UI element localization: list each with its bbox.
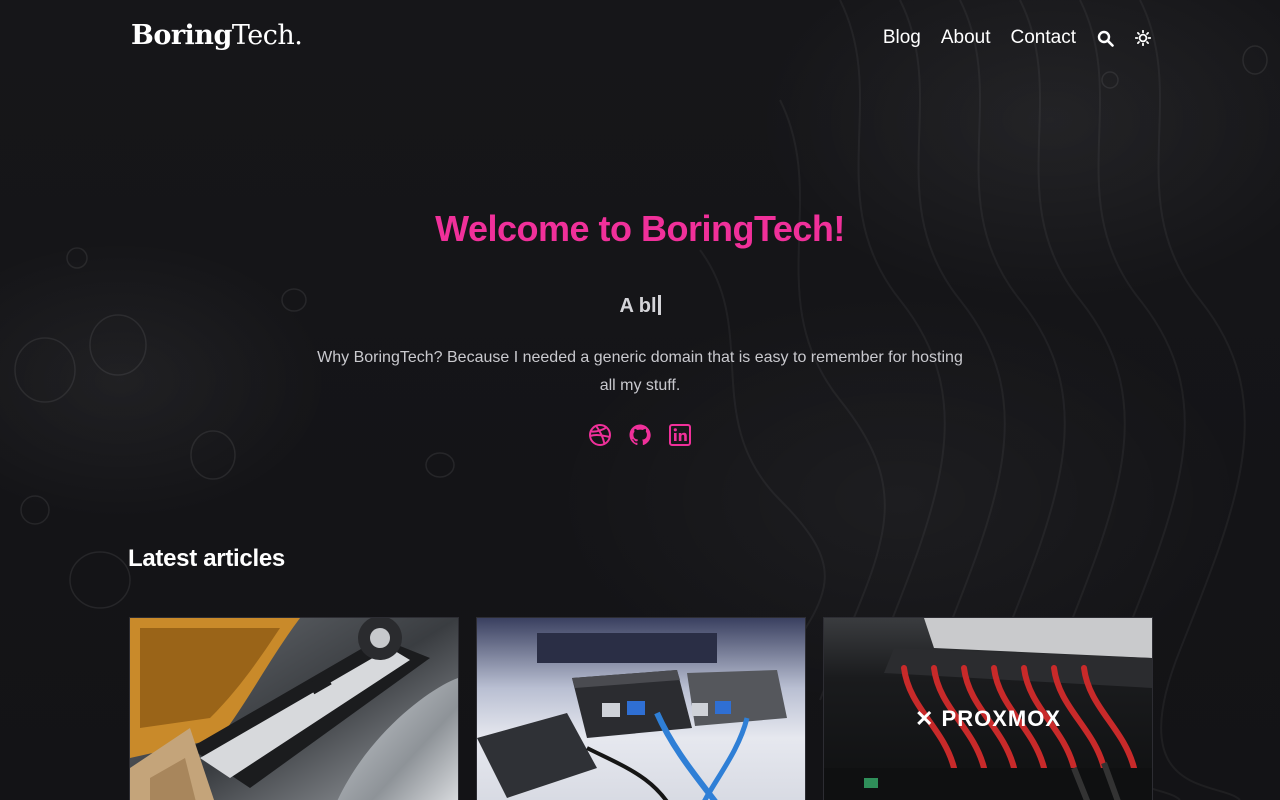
main-nav: Blog About Contact: [883, 27, 1152, 49]
site-header: BoringTech. Blog About Contact: [0, 0, 1280, 80]
logo-bold-text: Boring: [131, 20, 232, 51]
site-logo[interactable]: BoringTech.: [131, 20, 303, 51]
dribbble-icon[interactable]: [588, 423, 612, 447]
page: BoringTech. Blog About Contact Welcome t…: [0, 0, 1280, 800]
hard-drive-photo: [130, 618, 458, 800]
proxmox-x-icon: ✕: [914, 706, 935, 731]
github-icon[interactable]: [628, 423, 652, 447]
social-links: [0, 423, 1280, 447]
typed-text: A bl: [619, 295, 657, 317]
logo-light-text: Tech.: [231, 20, 303, 51]
typed-tagline: A bl: [0, 295, 1280, 318]
theme-toggle-icon[interactable]: [1134, 29, 1152, 47]
raspberry-pi-photo: [477, 618, 805, 800]
article-card-raspberry-pi[interactable]: [476, 617, 806, 800]
linkedin-icon[interactable]: [668, 423, 692, 447]
article-cards: ✕ PROXMOX: [129, 617, 1153, 800]
article-card-proxmox[interactable]: ✕ PROXMOX: [823, 617, 1153, 800]
nav-link-blog[interactable]: Blog: [883, 27, 921, 49]
proxmox-logo-text: ✕ PROXMOX: [914, 706, 1062, 731]
hero-title: Welcome to BoringTech!: [435, 208, 845, 249]
search-icon[interactable]: [1096, 29, 1114, 47]
latest-articles-heading: Latest articles: [128, 545, 285, 572]
article-card-hard-drive[interactable]: [129, 617, 459, 800]
typing-cursor: [657, 295, 661, 315]
intro-text: Why BoringTech? Because I needed a gener…: [317, 349, 963, 394]
nav-link-contact[interactable]: Contact: [1011, 27, 1076, 49]
nav-link-about[interactable]: About: [941, 27, 991, 49]
